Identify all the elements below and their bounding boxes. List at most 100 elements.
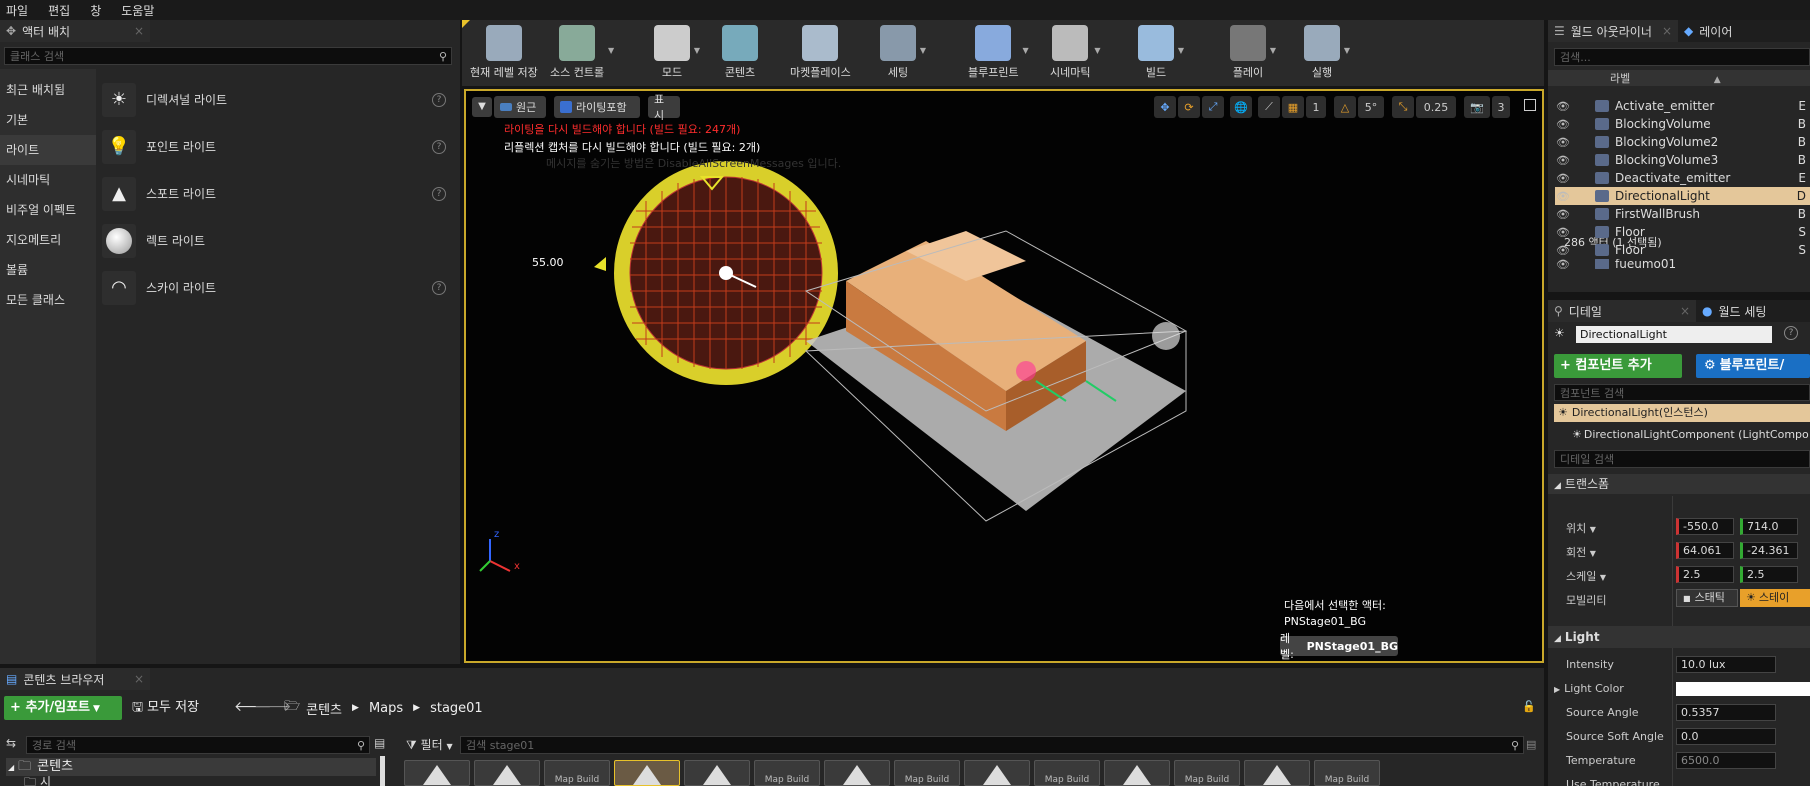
toolbar-button-settings[interactable]: 세팅 ▼ [880,22,926,84]
toolbar-button-build[interactable]: 빌드 ▼ [1138,22,1184,84]
expand-icon[interactable]: ▶ [1554,685,1560,694]
outliner-row[interactable]: 👁 DirectionalLight D [1555,187,1810,205]
help-icon[interactable]: ? [432,280,446,295]
breadcrumb-stage01[interactable]: stage01 [430,701,483,716]
maximize-viewport-icon[interactable] [1524,99,1536,111]
breadcrumb-content[interactable]: 콘텐츠 [306,699,342,718]
actor-item-spot-light[interactable]: ▲ 스포트 라이트 ? [102,170,452,217]
rotate-tool-icon[interactable]: ⟳ [1178,96,1200,118]
transform-label[interactable]: 위치 ▼ [1566,520,1596,536]
transform-x-field[interactable]: 2.5 [1676,566,1734,583]
transform-x-field[interactable]: 64.061 [1676,542,1734,559]
visibility-eye-icon[interactable]: 👁 [1555,226,1571,239]
tree-scrollbar[interactable] [380,756,385,786]
outliner-row[interactable]: 👁 fueumo01 [1555,259,1810,269]
help-icon[interactable]: ? [432,186,446,201]
chevron-down-icon[interactable]: ▼ [1178,46,1184,55]
light-color-swatch[interactable] [1676,682,1810,696]
path-search-input[interactable]: 경로 검색 ⚲ [26,736,370,754]
show-button[interactable]: 표시 [648,93,680,122]
visibility-eye-icon[interactable]: 👁 [1555,154,1571,167]
light-prop-field[interactable]: 0.0 [1676,728,1776,745]
tab-world-outliner[interactable]: ☰ 월드 아웃라이너 × [1548,20,1678,42]
close-icon[interactable]: × [1680,304,1690,318]
close-icon[interactable]: × [134,672,144,686]
chevron-down-icon[interactable]: ▼ [1022,46,1028,55]
chevron-down-icon[interactable]: ▼ [1270,46,1276,55]
rotation-snap-value[interactable]: 5° [1358,96,1384,118]
toolbar-button-cinematics[interactable]: 시네마틱 ▼ [1050,22,1100,84]
perspective-button[interactable]: 원근 [494,96,546,118]
tab-world-settings[interactable]: ● 월드 세팅 [1696,300,1810,322]
menu-window[interactable]: 창 [90,2,101,19]
help-icon[interactable]: ? [432,139,446,154]
asset-tile[interactable] [1244,760,1310,786]
category-basic[interactable]: 기본 [0,105,96,135]
category-lights[interactable]: 라이트 [0,135,96,165]
toolbar-button-launch[interactable]: 실행 ▼ [1304,22,1350,84]
close-icon[interactable]: × [1662,24,1672,38]
menu-help[interactable]: 도움말 [121,2,154,19]
rotation-snap-icon[interactable]: △ [1334,96,1356,118]
actor-name-input[interactable]: DirectionalLight [1576,326,1772,343]
blueprint-button[interactable]: ⚙ 블루프린트/ [1696,354,1810,378]
mobility-static-button[interactable]: ■ 스태틱 [1676,589,1738,607]
toolbar-button-blueprint[interactable]: 블루프린트 ▼ [968,22,1029,84]
view-options-icon[interactable]: ▤ [374,736,385,750]
transform-label[interactable]: 스케일 ▼ [1566,568,1606,584]
toolbar-button-save[interactable]: 현재 레벨 저장 [470,22,538,84]
chevron-down-icon[interactable]: ▼ [694,46,700,55]
outliner-search-input[interactable]: 검색... [1554,48,1810,66]
toolbar-button-content[interactable]: 콘텐츠 [722,22,758,84]
menu-file[interactable]: 파일 [6,2,28,19]
transform-label[interactable]: 회전 ▼ [1566,544,1596,560]
asset-search-input[interactable]: 검색 stage01 ⚲ [460,736,1524,754]
asset-tile[interactable]: Map Build [544,760,610,786]
outliner-row[interactable]: 👁 Deactivate_emitter E [1555,169,1810,187]
tab-layers[interactable]: ◆ 레이어 [1678,20,1810,42]
light-prop-field[interactable]: 0.5357 [1676,704,1776,721]
grid-snap-value[interactable]: 1 [1306,96,1326,118]
actor-item-directional-light[interactable]: ☀ 디렉셔널 라이트 ? [102,76,452,123]
visibility-eye-icon[interactable]: 👁 [1555,259,1571,269]
transform-y-field[interactable]: 2.5 [1740,566,1798,583]
tab-content-browser[interactable]: ▤ 콘텐츠 브라우저 × [0,668,150,690]
light-prop-field[interactable]: 6500.0 [1676,752,1776,769]
instance-row[interactable]: ☀ DirectionalLight(인스턴스) [1554,404,1810,422]
chevron-down-icon[interactable]: ▼ [1344,46,1350,55]
asset-tile[interactable]: Map Build [1314,760,1380,786]
asset-tile[interactable] [1104,760,1170,786]
tab-details[interactable]: ⚲ 디테일 × [1548,300,1696,322]
asset-tile[interactable] [474,760,540,786]
visibility-eye-icon[interactable]: 👁 [1555,190,1571,203]
outliner-row[interactable]: 👁 BlockingVolume3 B [1555,151,1810,169]
visibility-eye-icon[interactable]: 👁 [1555,244,1571,257]
place-actors-tab[interactable]: ✥ 액터 배치 × [0,20,150,42]
asset-tile[interactable]: Map Build [754,760,820,786]
visibility-eye-icon[interactable]: 👁 [1555,118,1571,131]
chevron-down-icon[interactable]: ▼ [1094,46,1100,55]
actor-item-rect-light[interactable]: 렉트 라이트 [102,217,452,264]
toolbar-button-source-control[interactable]: 소스 컨트롤 ▼ [550,22,614,84]
toolbar-button-modes[interactable]: 모드 ▼ [654,22,700,84]
light-prop-field[interactable]: 10.0 lux [1676,656,1776,673]
camera-speed-value[interactable]: 3 [1492,96,1510,118]
asset-tile[interactable]: Map Build [1034,760,1100,786]
breadcrumb-maps[interactable]: Maps [369,701,403,716]
tree-root[interactable]: ◢ 🗀 콘텐츠 [6,758,376,776]
surface-snap-icon[interactable]: ⟋ [1258,96,1280,118]
category-geometry[interactable]: 지오메트리 [0,225,96,255]
transform-header[interactable]: ◢ 트랜스폼 [1548,474,1810,494]
outliner-row[interactable]: 👁 Floor S [1555,223,1810,241]
class-search-input[interactable]: 클래스 검색 ⚲ [4,47,452,65]
visibility-eye-icon[interactable]: 👁 [1555,208,1571,221]
scale-snap-icon[interactable]: ⤡ [1392,96,1414,118]
actor-item-sky-light[interactable]: ◠ 스카이 라이트 ? [102,264,452,311]
outliner-row[interactable]: 👁 Activate_emitter E [1555,97,1810,115]
toolbar-button-marketplace[interactable]: 마켓플레이스 [790,22,851,84]
outliner-row[interactable]: 👁 BlockingVolume2 B [1555,133,1810,151]
component-row[interactable]: ☀ DirectionalLightComponent (LightCompo [1572,426,1810,444]
actor-item-point-light[interactable]: 💡 포인트 라이트 ? [102,123,452,170]
toolbar-button-play[interactable]: 플레이 ▼ [1230,22,1276,84]
tree-child[interactable]: 🗀 시 [24,776,51,786]
